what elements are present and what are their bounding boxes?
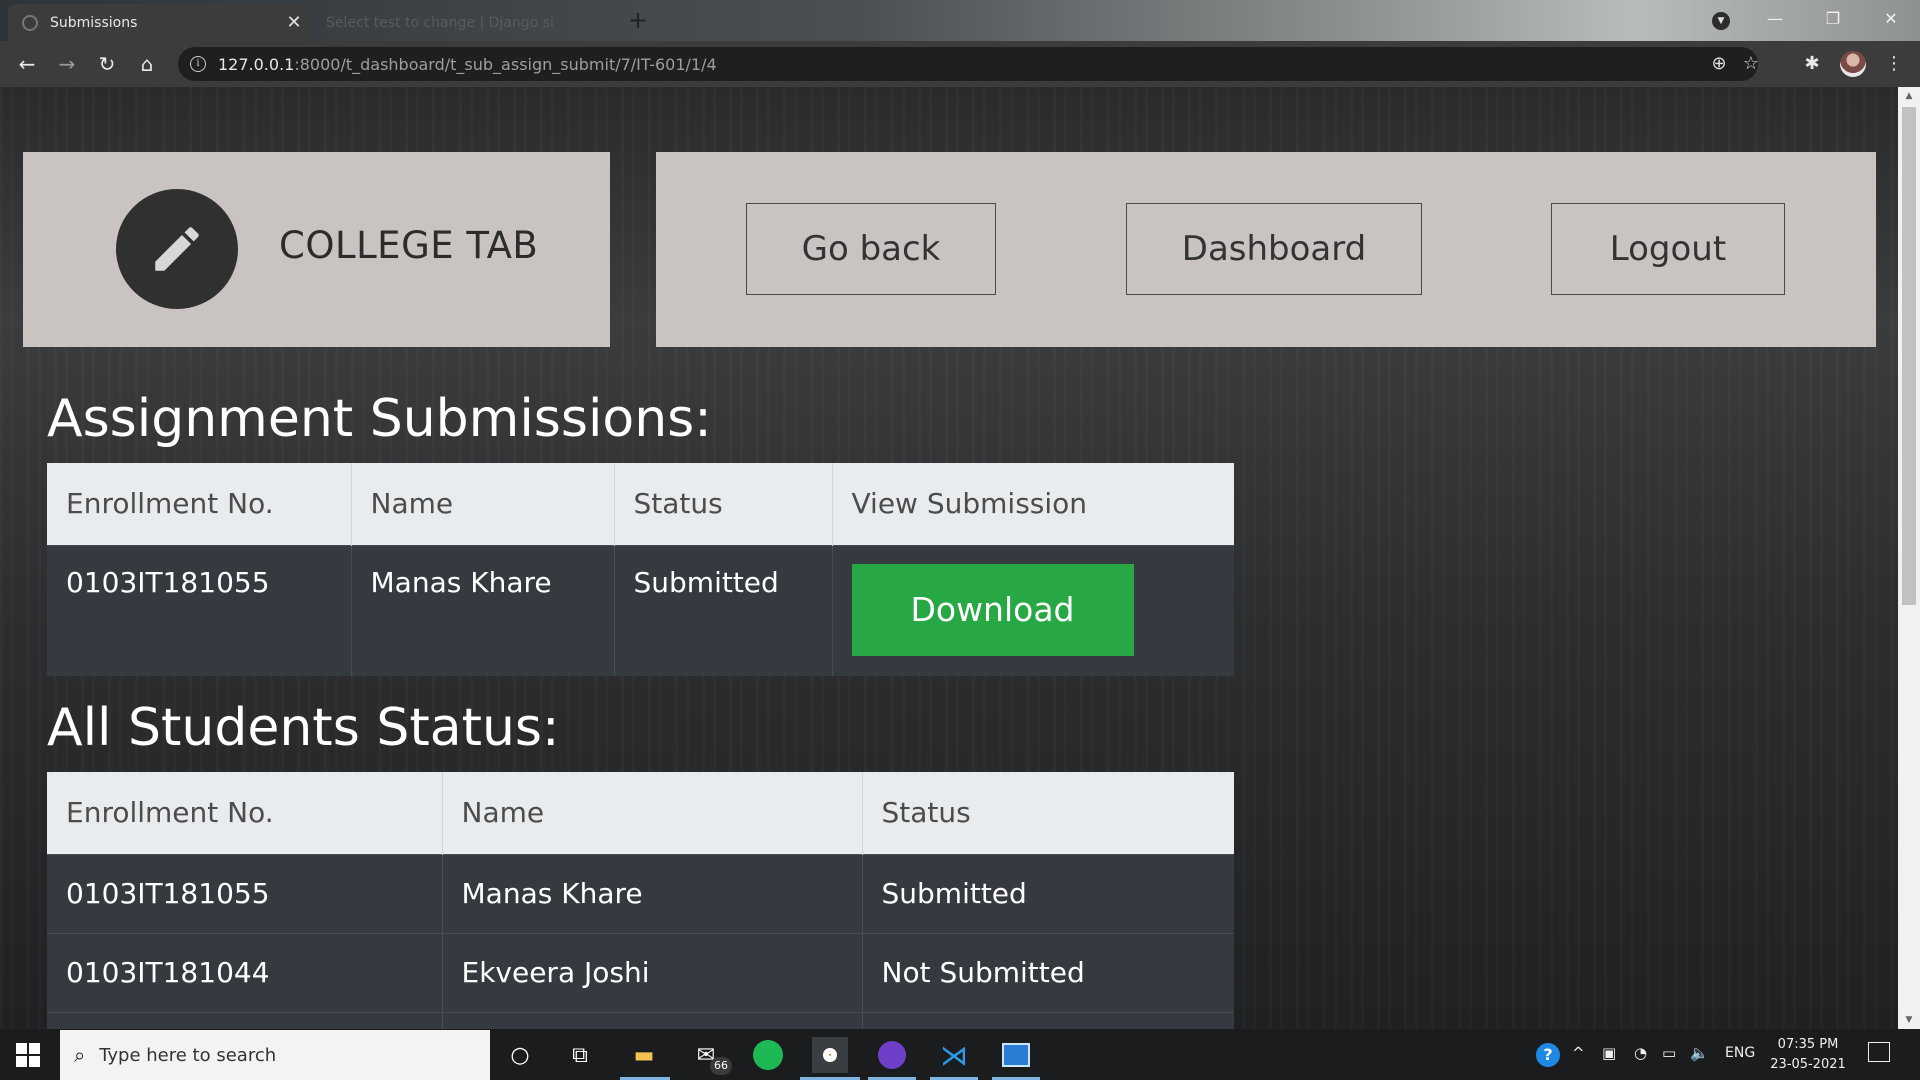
brand-panel: COLLEGE TAB	[23, 152, 610, 347]
github-desktop-icon[interactable]	[874, 1037, 910, 1073]
enrollment-cell: 0103IT181044	[47, 932, 443, 1012]
dashboard-button[interactable]: Dashboard	[1126, 203, 1422, 295]
column-header: Enrollment No.	[47, 463, 352, 545]
table-row: 0103IT181055 Manas Khare Submitted	[47, 853, 1234, 933]
notification-center-icon[interactable]	[1868, 1042, 1890, 1062]
table-header-row: Enrollment No. Name Status	[47, 772, 1234, 854]
taskbar-search-box[interactable]: ⌕ Type here to search	[60, 1030, 490, 1080]
spotify-icon[interactable]	[750, 1037, 786, 1073]
name-cell: Ekveera Joshi	[442, 932, 863, 1012]
url-text[interactable]: 127.0.0.1:8000/t_dashboard/t_sub_assign_…	[218, 55, 717, 74]
photos-icon[interactable]	[998, 1037, 1034, 1073]
column-header: Name	[442, 772, 863, 854]
site-info-icon[interactable]: i	[190, 56, 206, 72]
windows-start-icon[interactable]	[16, 1043, 40, 1067]
status-cell: Submitted	[614, 544, 833, 676]
column-header: Name	[351, 463, 615, 545]
scroll-up-arrow-icon[interactable]: ▲	[1898, 91, 1920, 101]
close-window-icon[interactable]: ✕	[1868, 4, 1914, 34]
column-header: Status	[862, 772, 1234, 854]
file-explorer-icon[interactable]: ▬	[626, 1037, 662, 1073]
new-tab-button[interactable]: +	[624, 6, 652, 34]
battery-icon[interactable]: ▭	[1662, 1044, 1676, 1062]
clock-time: 07:35 PM	[1777, 1037, 1839, 1052]
help-icon[interactable]: ?	[1536, 1043, 1560, 1067]
action-cell: Download	[832, 544, 1234, 676]
tab-title: Select test to change | Django si	[326, 14, 554, 31]
status-cell: Submitted	[862, 853, 1234, 933]
name-cell: Manas Khare	[442, 853, 863, 933]
table-row	[47, 1011, 1234, 1029]
scroll-down-arrow-icon[interactable]: ▼	[1898, 1015, 1920, 1025]
status-cell: Not Submitted	[862, 932, 1234, 1012]
vscode-icon[interactable]: ⋊	[936, 1037, 972, 1073]
clock-date: 23-05-2021	[1770, 1057, 1846, 1072]
zoom-icon[interactable]: ⊕	[1708, 53, 1730, 75]
brand-name: COLLEGE TAB	[279, 224, 539, 267]
url-host: 127.0.0.1	[218, 54, 295, 74]
all-students-status-heading: All Students Status:	[47, 698, 560, 758]
tab-django-admin[interactable]: Select test to change | Django si ✕	[312, 4, 600, 41]
submissions-table: Enrollment No. Name Status View Submissi…	[47, 463, 1234, 676]
meet-now-icon[interactable]: ▣	[1602, 1044, 1616, 1062]
pencil-icon	[155, 227, 199, 271]
page-viewport: COLLEGE TAB Go back Dashboard Logout Ass…	[0, 87, 1898, 1029]
brand-logo	[116, 189, 238, 309]
name-cell: Manas Khare	[351, 544, 615, 676]
profile-avatar[interactable]	[1840, 51, 1866, 77]
enrollment-cell	[47, 1011, 443, 1029]
column-header: Status	[614, 463, 833, 545]
volume-icon[interactable]: 🔈	[1690, 1044, 1709, 1062]
windows-taskbar: ⌕ Type here to search ○ ⧉ ▬ ✉ 66 ⋊ ? ^ ▣…	[0, 1029, 1920, 1080]
bookmark-star-icon[interactable]: ☆	[1740, 53, 1762, 75]
search-icon: ⌕	[74, 1043, 86, 1067]
go-back-button[interactable]: Go back	[746, 203, 996, 295]
table-row: 0103IT181044 Ekveera Joshi Not Submitted	[47, 932, 1234, 1012]
download-button[interactable]: Download	[851, 563, 1134, 656]
home-icon[interactable]: ⌂	[133, 50, 161, 78]
tab-search-icon[interactable]: ▼	[1712, 12, 1730, 30]
minimize-icon[interactable]: —	[1752, 4, 1798, 34]
reload-icon[interactable]: ↻	[93, 50, 121, 78]
tab-title: Submissions	[50, 14, 138, 31]
input-language[interactable]: ENG	[1725, 1045, 1755, 1061]
nav-panel: Go back Dashboard Logout	[656, 152, 1876, 347]
back-icon[interactable]: ←	[13, 50, 41, 78]
enrollment-cell: 0103IT181055	[47, 853, 443, 933]
scrollbar-thumb[interactable]	[1902, 107, 1916, 605]
address-bar[interactable]: i 127.0.0.1:8000/t_dashboard/t_sub_assig…	[178, 47, 1759, 81]
chrome-icon[interactable]	[812, 1037, 848, 1073]
column-header: Enrollment No.	[47, 772, 443, 854]
browser-tab-strip: Submissions ✕ Select test to change | Dj…	[0, 0, 1920, 41]
extensions-puzzle-icon[interactable]: ✱	[1799, 51, 1825, 77]
logout-button[interactable]: Logout	[1551, 203, 1785, 295]
page-scrollbar[interactable]: ▲ ▼	[1898, 87, 1920, 1029]
name-cell	[442, 1011, 863, 1029]
cortana-icon[interactable]: ○	[502, 1037, 538, 1073]
clock[interactable]: 07:35 PM 23-05-2021	[1768, 1035, 1848, 1075]
assignment-submissions-heading: Assignment Submissions:	[47, 389, 712, 449]
mail-badge: 66	[710, 1057, 732, 1075]
restore-icon[interactable]: ❐	[1810, 4, 1856, 34]
wifi-icon[interactable]: ◔	[1634, 1044, 1647, 1062]
status-cell	[862, 1011, 1234, 1029]
close-tab-icon[interactable]: ✕	[572, 12, 600, 33]
table-header-row: Enrollment No. Name Status View Submissi…	[47, 463, 1234, 545]
table-row: 0103IT181055 Manas Khare Submitted Downl…	[47, 544, 1234, 676]
column-header: View Submission	[832, 463, 1234, 545]
show-hidden-icons-chevron-icon[interactable]: ^	[1572, 1044, 1585, 1062]
browser-menu-icon[interactable]: ⋮	[1881, 51, 1907, 77]
enrollment-cell: 0103IT181055	[47, 544, 352, 676]
close-tab-icon[interactable]: ✕	[280, 12, 308, 33]
browser-toolbar: ← → ↻ ⌂ i 127.0.0.1:8000/t_dashboard/t_s…	[0, 41, 1920, 87]
task-view-icon[interactable]: ⧉	[562, 1037, 598, 1073]
forward-icon[interactable]: →	[53, 50, 81, 78]
url-path: :8000/t_dashboard/t_sub_assign_submit/7/…	[294, 54, 717, 74]
tab-submissions[interactable]: Submissions ✕	[8, 4, 308, 41]
search-placeholder: Type here to search	[99, 1044, 277, 1066]
loading-favicon-icon	[22, 14, 38, 31]
students-table: Enrollment No. Name Status 0103IT181055 …	[47, 772, 1234, 1029]
